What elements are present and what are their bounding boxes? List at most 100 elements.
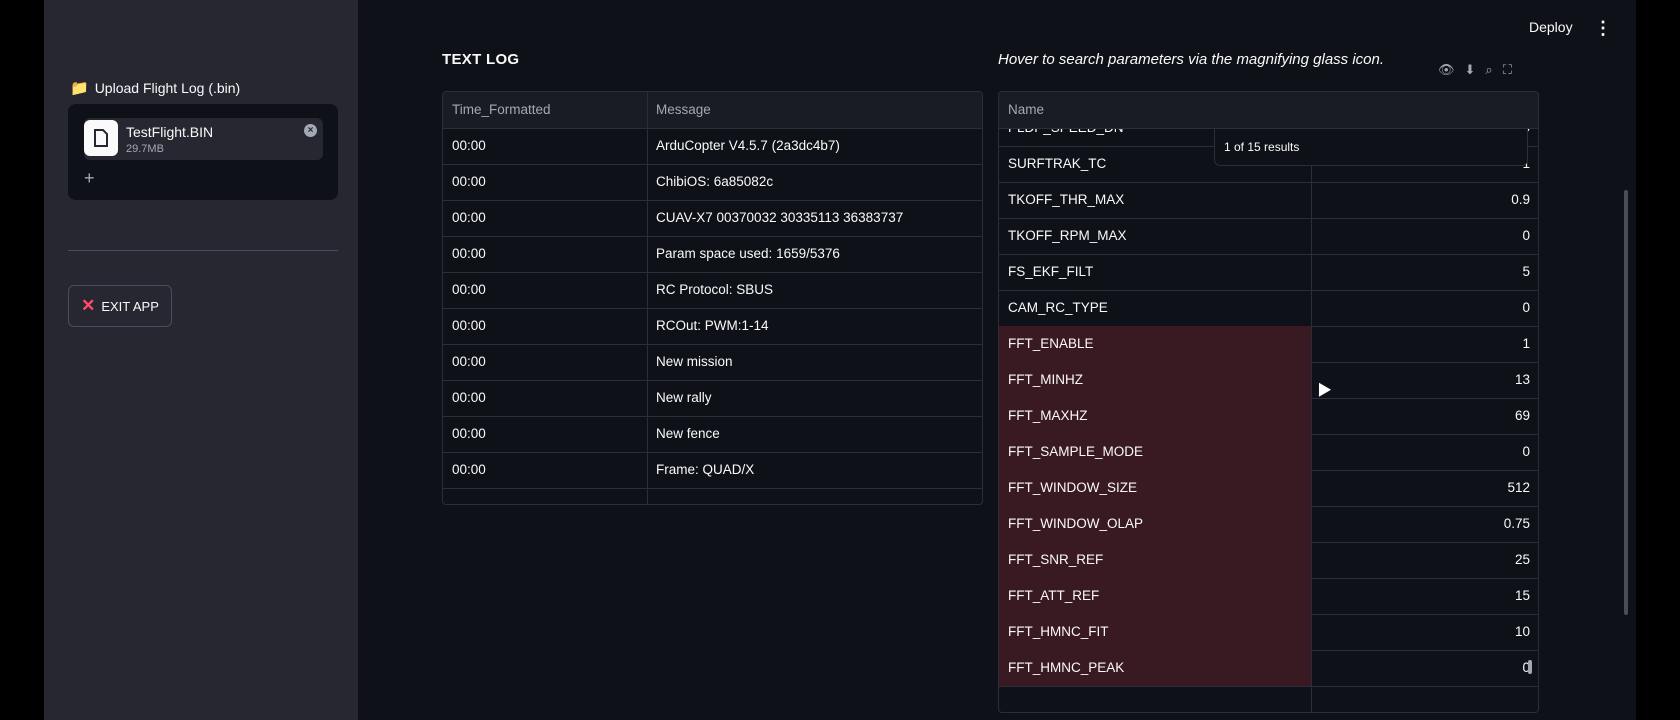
param-name-cell: TKOFF_RPM_MAX: [1008, 228, 1127, 243]
table-header: Name: [999, 92, 1538, 129]
table-row[interactable]: 00:00 ArduCopter V4.5.7 (2a3dc4b7): [443, 128, 982, 165]
table-row[interactable]: 00:00 New fence: [443, 416, 982, 453]
param-value-cell: 10: [1514, 624, 1530, 639]
table-row[interactable]: 00:00 RCOut: PWM:1-14: [443, 308, 982, 345]
time-cell: 00:00: [452, 174, 486, 189]
time-cell: 00:00: [452, 462, 486, 477]
table-row[interactable]: FFT_MAXHZ 69: [999, 398, 1538, 435]
remove-file-icon[interactable]: ×: [304, 124, 317, 137]
param-name-cell: FFT_HMNC_PEAK: [1008, 660, 1125, 675]
folder-icon: 📁: [70, 80, 89, 97]
param-value-cell: 13: [1514, 372, 1530, 387]
param-name-cell: FFT_SNR_REF: [1008, 552, 1104, 567]
fullscreen-icon[interactable]: ⛶: [1503, 62, 1512, 78]
exit-app-label: EXIT APP: [101, 298, 159, 314]
table-row[interactable]: 00:00 RC Protocol: SBUS: [443, 272, 982, 309]
param-name-cell: FFT_ENABLE: [1008, 336, 1094, 351]
message-cell: ChibiOS: 6a85082c: [656, 174, 774, 189]
table-row[interactable]: CAM_RC_TYPE 0: [999, 290, 1538, 327]
table-row[interactable]: FFT_ENABLE 1: [999, 326, 1538, 363]
param-value-cell: 0.9: [1511, 192, 1530, 207]
table-row[interactable]: 00:00 New mission: [443, 344, 982, 381]
param-value-cell: 69: [1514, 408, 1530, 423]
table-row[interactable]: TKOFF_RPM_MAX 0: [999, 218, 1538, 255]
param-name-cell: TKOFF_THR_MAX: [1008, 192, 1125, 207]
param-value-cell: 0: [1522, 228, 1530, 243]
main-menu-icon[interactable]: ⋮: [1594, 18, 1612, 39]
time-cell: 00:00: [452, 426, 486, 441]
exit-app-button[interactable]: ✕ EXIT APP: [68, 285, 172, 327]
table-row[interactable]: FFT_MINHZ 13: [999, 362, 1538, 399]
param-value-cell: 5: [1522, 264, 1530, 279]
time-cell: 00:00: [452, 318, 486, 333]
params-table[interactable]: PLDP_SPEED_DN0SURFTRAK_TC1TKOFF_THR_MAX0…: [998, 91, 1539, 713]
file-name: TestFlight.BIN: [126, 124, 214, 140]
param-value-cell: 1: [1522, 336, 1530, 351]
page-scrollbar[interactable]: [1624, 190, 1628, 615]
param-name-cell: FFT_HMNC_FIT: [1008, 624, 1109, 639]
table-row[interactable]: TKOFF_THR_MAX 0.9: [999, 182, 1538, 219]
message-cell: CUAV-X7 00370032 30335113 36383737: [656, 210, 904, 225]
param-name-cell: FFT_SAMPLE_MODE: [1008, 444, 1144, 459]
sidebar: 📁 Upload Flight Log (.bin) TestFlight.BI…: [44, 0, 358, 720]
table-toolbar: 👁 ⬇ ⌕ ⛶: [1438, 62, 1512, 78]
file-uploader[interactable]: TestFlight.BIN 29.7MB × +: [68, 104, 338, 200]
message-cell: RCOut: PWM:1-14: [656, 318, 769, 333]
table-row[interactable]: 00:00 Param space used: 1659/5376: [443, 236, 982, 273]
time-cell: 00:00: [452, 354, 486, 369]
close-icon: ✕: [81, 296, 96, 315]
time-cell: 00:00: [452, 390, 486, 405]
search-icon[interactable]: ⌕: [1485, 62, 1492, 78]
table-row[interactable]: 00:00 CUAV-X7 00370032 30335113 36383737: [443, 200, 982, 237]
table-row[interactable]: FFT_ATT_REF 15: [999, 578, 1538, 615]
column-header-time[interactable]: Time_Formatted: [452, 102, 551, 117]
deploy-button[interactable]: Deploy: [1529, 19, 1573, 35]
table-row[interactable]: 00:00 New rally: [443, 380, 982, 417]
param-value-cell: 512: [1507, 480, 1530, 495]
download-icon[interactable]: ⬇: [1465, 62, 1476, 78]
table-row[interactable]: 00:00 Frame: QUAD/X: [443, 452, 982, 489]
message-cell: RC Protocol: SBUS: [656, 282, 774, 297]
time-cell: 00:00: [452, 210, 486, 225]
add-file-button[interactable]: +: [84, 168, 95, 189]
table-row[interactable]: FFT_HMNC_FIT 10: [999, 614, 1538, 651]
table-scrollbar[interactable]: [1528, 660, 1532, 674]
time-cell: 00:00: [452, 138, 486, 153]
text-log-title: TEXT LOG: [442, 51, 520, 68]
message-cell: New fence: [656, 426, 720, 441]
params-caption: Hover to search parameters via the magni…: [998, 51, 1385, 68]
visibility-icon[interactable]: 👁: [1438, 62, 1455, 78]
table-row[interactable]: FFT_WINDOW_SIZE 512: [999, 470, 1538, 507]
param-name-cell: FFT_WINDOW_OLAP: [1008, 516, 1144, 531]
search-result-count: 1 of 15 results: [1224, 140, 1300, 154]
table-row[interactable]: 00:00 ChibiOS: 6a85082c: [443, 164, 982, 201]
table-row[interactable]: FFT_SNR_REF 25: [999, 542, 1538, 579]
table-header: Time_Formatted Message: [443, 92, 982, 129]
table-row[interactable]: FS_EKF_FILT 5: [999, 254, 1538, 291]
file-size: 29.7MB: [126, 143, 164, 155]
param-name-cell: FFT_ATT_REF: [1008, 588, 1100, 603]
message-cell: ArduCopter V4.5.7 (2a3dc4b7): [656, 138, 840, 153]
upload-label: 📁 Upload Flight Log (.bin): [70, 79, 240, 97]
param-name-cell: FFT_MINHZ: [1008, 372, 1083, 387]
param-value-cell: 15: [1514, 588, 1530, 603]
table-row[interactable]: FFT_SAMPLE_MODE 0: [999, 434, 1538, 471]
param-name-cell: FFT_WINDOW_SIZE: [1008, 480, 1137, 495]
param-value-cell: 0: [1522, 444, 1530, 459]
file-icon: [84, 120, 118, 156]
param-value-cell: 25: [1514, 552, 1530, 567]
table-row[interactable]: FFT_WINDOW_OLAP 0.75: [999, 506, 1538, 543]
param-value-cell: 0: [1522, 300, 1530, 315]
param-name-cell: FFT_MAXHZ: [1008, 408, 1088, 423]
time-cell: 00:00: [452, 246, 486, 261]
param-value-cell: 0.75: [1503, 516, 1530, 531]
time-cell: 00:00: [452, 282, 486, 297]
upload-label-text: Upload Flight Log (.bin): [94, 80, 241, 96]
text-log-table[interactable]: Time_Formatted Message 00:00 ArduCopter V…: [442, 91, 983, 505]
uploaded-file: TestFlight.BIN 29.7MB ×: [84, 118, 323, 160]
table-row[interactable]: FFT_HMNC_PEAK 0: [999, 650, 1538, 687]
column-header-message[interactable]: Message: [656, 102, 711, 117]
message-cell: Param space used: 1659/5376: [656, 246, 840, 261]
param-name-cell: FS_EKF_FILT: [1008, 264, 1094, 279]
column-header-name[interactable]: Name: [1008, 102, 1308, 117]
